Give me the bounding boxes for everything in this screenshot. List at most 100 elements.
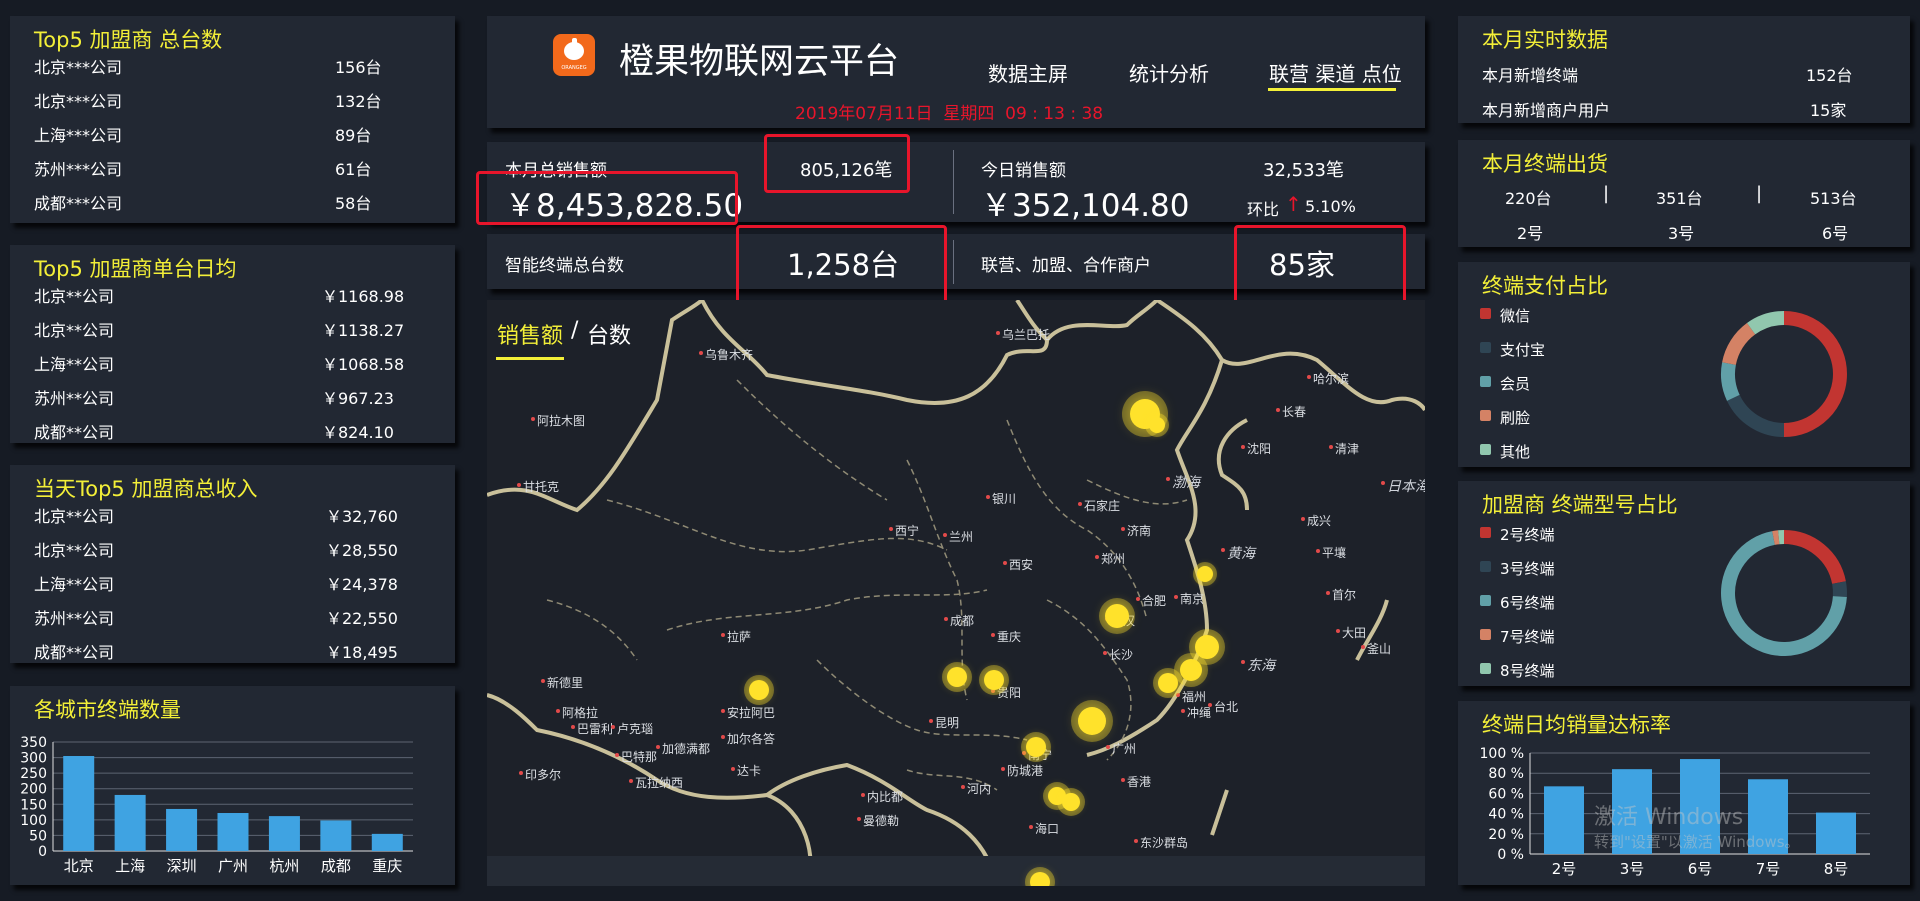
donut-slice-5[interactable] <box>1746 311 1785 335</box>
china-border <box>487 300 1425 886</box>
sales-hotspot[interactable] <box>1105 604 1129 628</box>
bar[interactable] <box>371 833 403 851</box>
sales-hotspot[interactable] <box>1158 673 1178 693</box>
city-dot <box>531 417 535 421</box>
city-dot <box>1001 767 1005 771</box>
donut-slice-4[interactable] <box>1722 323 1756 366</box>
shipment-model: 2号 <box>1517 224 1544 243</box>
donut-slice-1[interactable] <box>1783 311 1847 437</box>
panel-title: 当天Top5 加盟商总收入 <box>34 477 258 501</box>
china-map[interactable]: 乌鲁木齐乌兰巴托哈尔滨长春沈阳清津银川石家庄西宁兰州济南西安郑州合肥南京武汉成都… <box>487 300 1425 886</box>
donut-slice-2[interactable] <box>1832 581 1847 597</box>
sales-hotspot[interactable] <box>1062 793 1080 811</box>
map-label: 釜山 <box>1367 642 1392 656</box>
sales-hotspot[interactable] <box>1030 872 1050 886</box>
city-dot <box>571 725 575 729</box>
nav-channels[interactable]: 联营 渠道 点位 <box>1269 58 1402 87</box>
company-value: ￥32,760 <box>326 507 398 526</box>
map-label: 印多尔 <box>525 768 562 782</box>
map-label: 乌鲁木齐 <box>705 348 754 362</box>
company-name: 北京**公司 <box>34 321 115 340</box>
company-name: 北京***公司 <box>34 58 123 77</box>
nav-statistics[interactable]: 统计分析 <box>1129 58 1209 87</box>
company-name: 苏州**公司 <box>34 609 115 628</box>
sales-hotspot[interactable] <box>984 670 1004 690</box>
list-item: 成都**公司 ￥18,495 <box>34 639 435 662</box>
list-item: 北京**公司 ￥28,550 <box>34 537 435 560</box>
map-tab-sales[interactable]: 销售额 <box>497 318 563 350</box>
stats-divider <box>953 150 954 214</box>
company-name: 北京***公司 <box>34 92 123 111</box>
city-dot <box>1121 778 1125 782</box>
map-label: 香港 <box>1127 775 1152 789</box>
bar[interactable] <box>1544 786 1584 854</box>
map-label: 卢克瑙 <box>617 722 654 736</box>
nav-dashboard[interactable]: 数据主屏 <box>988 58 1068 87</box>
x-tick-label: 北京 <box>64 857 94 875</box>
sales-hotspot[interactable] <box>1197 566 1213 582</box>
company-name: 上海***公司 <box>34 126 123 145</box>
bar[interactable] <box>63 756 95 851</box>
shipment-value: 351台 <box>1656 189 1703 208</box>
map-label: 兰州 <box>949 530 974 544</box>
map-label: 首尔 <box>1332 588 1357 602</box>
city-dot <box>1241 660 1245 664</box>
city-dot <box>1381 481 1385 485</box>
merchants-label: 联营、加盟、合作商户 <box>981 256 1151 276</box>
top5-total-panel: Top5 加盟商 总台数 北京***公司 156台 北京***公司 132台 上海***… <box>10 16 455 223</box>
sales-hotspot[interactable] <box>1026 737 1046 757</box>
bar[interactable] <box>166 808 198 851</box>
list-item: 北京**公司 ￥1138.27 <box>34 317 435 340</box>
bar[interactable] <box>114 794 146 851</box>
sales-hotspot[interactable] <box>749 680 769 700</box>
company-name: 上海**公司 <box>34 355 115 374</box>
donut-slice-1[interactable] <box>1783 530 1846 585</box>
sales-hotspot[interactable] <box>1149 417 1165 433</box>
donut-slice-3[interactable] <box>1721 362 1740 401</box>
watermark-line1: 激活 Windows <box>1594 805 1744 830</box>
map-label: 河内 <box>967 782 992 796</box>
bar[interactable] <box>217 813 249 851</box>
city-dot <box>1276 408 1280 412</box>
map-label: 平壤 <box>1322 546 1347 560</box>
city-dot <box>1329 445 1333 449</box>
bar[interactable] <box>1816 812 1856 854</box>
x-tick-label: 6号 <box>1688 860 1713 878</box>
sales-hotspot[interactable] <box>1078 707 1106 735</box>
city-dot <box>1121 527 1125 531</box>
city-dot <box>986 495 990 499</box>
map-tab-count[interactable]: 台数 <box>587 318 631 350</box>
map-label: 加尔各答 <box>727 732 776 746</box>
x-tick-label: 8号 <box>1824 860 1849 878</box>
orange-logo-icon: ORANGEG <box>553 34 595 76</box>
donut-slice-2[interactable] <box>1726 394 1785 437</box>
bar[interactable] <box>268 816 300 851</box>
map-tab-separator: / <box>571 318 579 343</box>
company-value: 58台 <box>335 194 372 213</box>
sales-hotspot[interactable] <box>947 667 967 687</box>
payment-donut-chart <box>1721 311 1847 437</box>
y-tick-label: 350 <box>20 735 47 751</box>
company-value: 132台 <box>335 92 382 111</box>
city-dot <box>1022 751 1026 755</box>
sales-hotspot[interactable] <box>1180 659 1202 681</box>
separator: | <box>1756 183 1763 204</box>
y-tick-label: 100 <box>20 813 47 829</box>
sales-hotspot[interactable] <box>1195 635 1219 659</box>
panel-title: Top5 加盟商单台日均 <box>34 257 237 281</box>
map-label: 哈尔滨 <box>1313 372 1350 386</box>
donut-slice-4[interactable] <box>1772 530 1780 545</box>
mom-value: 5.10% <box>1305 197 1356 216</box>
city-terminal-bar-chart: 050100150200250300350 北京 上海 深圳 广州 杭州 成都 重庆 <box>20 735 413 875</box>
city-dot <box>1106 745 1110 749</box>
bar[interactable] <box>320 820 352 851</box>
coastline <box>1030 359 1389 886</box>
y-tick-label: 40 % <box>1488 807 1524 823</box>
city-dot <box>517 483 521 487</box>
x-tick-label: 2号 <box>1552 860 1577 878</box>
map-label: 拉萨 <box>727 630 752 644</box>
city-dot <box>1241 445 1245 449</box>
map-label: 防城港 <box>1007 764 1044 778</box>
map-label: 大田 <box>1342 626 1367 640</box>
x-tick-label: 杭州 <box>269 857 299 875</box>
